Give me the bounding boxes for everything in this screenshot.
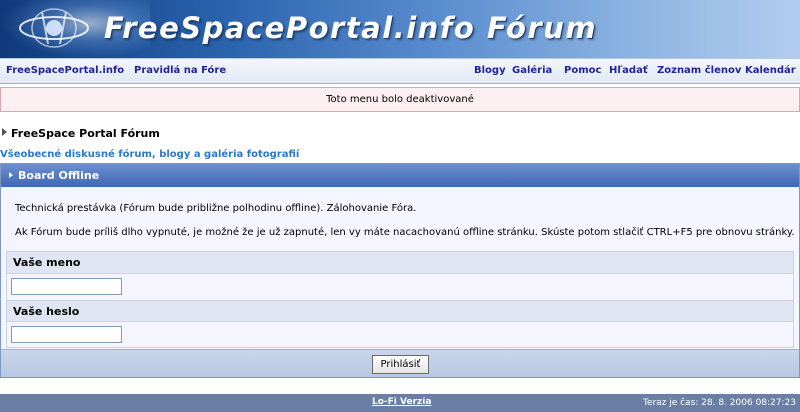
- password-input[interactable]: [11, 326, 122, 343]
- nav-search-link[interactable]: Hľadať: [609, 65, 648, 76]
- password-label: Vaše heslo: [7, 300, 793, 322]
- menu-disabled-notice: Toto menu bolo deaktivované: [0, 87, 800, 112]
- nav-gallery-link[interactable]: Galéria: [512, 65, 552, 76]
- panel-header: Board Offline: [1, 164, 799, 187]
- username-input[interactable]: [11, 278, 122, 295]
- nav-rules-link[interactable]: Pravidlá na Fóre: [134, 65, 226, 76]
- nav-home-link[interactable]: FreeSpacePortal.info: [6, 65, 124, 76]
- offline-panel: Board Offline Technická prestávka (Fórum…: [0, 163, 800, 378]
- login-form: Vaše meno Vaše heslo: [6, 251, 794, 348]
- page-footer: Lo-Fi Verzia Teraz je čas: 28. 8. 2006 0…: [0, 394, 800, 412]
- portal-logo-icon: [19, 8, 89, 48]
- cache-hint-message: Ak Fórum bude príliš dlho vypnuté, je mo…: [15, 227, 795, 238]
- nav-calendar-link[interactable]: Kalendár: [745, 65, 796, 76]
- forum-subtitle[interactable]: Všeobecné diskusné fórum, blogy a galéri…: [0, 149, 299, 160]
- offline-message: Technická prestávka (Fórum bude približn…: [15, 203, 417, 214]
- nav-help-link[interactable]: Pomoc: [564, 65, 601, 76]
- panel-footer: Prihlásiť: [1, 349, 799, 377]
- breadcrumb-title[interactable]: FreeSpace Portal Fórum: [11, 127, 160, 140]
- nav-blogs-link[interactable]: Blogy: [474, 65, 506, 76]
- username-label: Vaše meno: [7, 252, 793, 274]
- panel-arrow-icon: [9, 172, 13, 178]
- breadcrumb: FreeSpace Portal Fórum: [2, 127, 160, 140]
- current-time: Teraz je čas: 28. 8. 2006 08:27:23: [642, 398, 796, 408]
- lofi-version-link[interactable]: Lo-Fi Verzia: [372, 397, 431, 407]
- navbar: FreeSpacePortal.info Pravidlá na Fóre Bl…: [0, 58, 800, 84]
- nav-members-link[interactable]: Zoznam členov: [657, 65, 741, 76]
- site-title: FreeSpacePortal.info Fórum: [104, 11, 598, 45]
- site-banner: FreeSpacePortal.info Fórum: [0, 0, 800, 58]
- panel-title: Board Offline: [18, 169, 100, 182]
- login-button[interactable]: Prihlásiť: [372, 355, 429, 374]
- breadcrumb-arrow-icon: [2, 128, 7, 136]
